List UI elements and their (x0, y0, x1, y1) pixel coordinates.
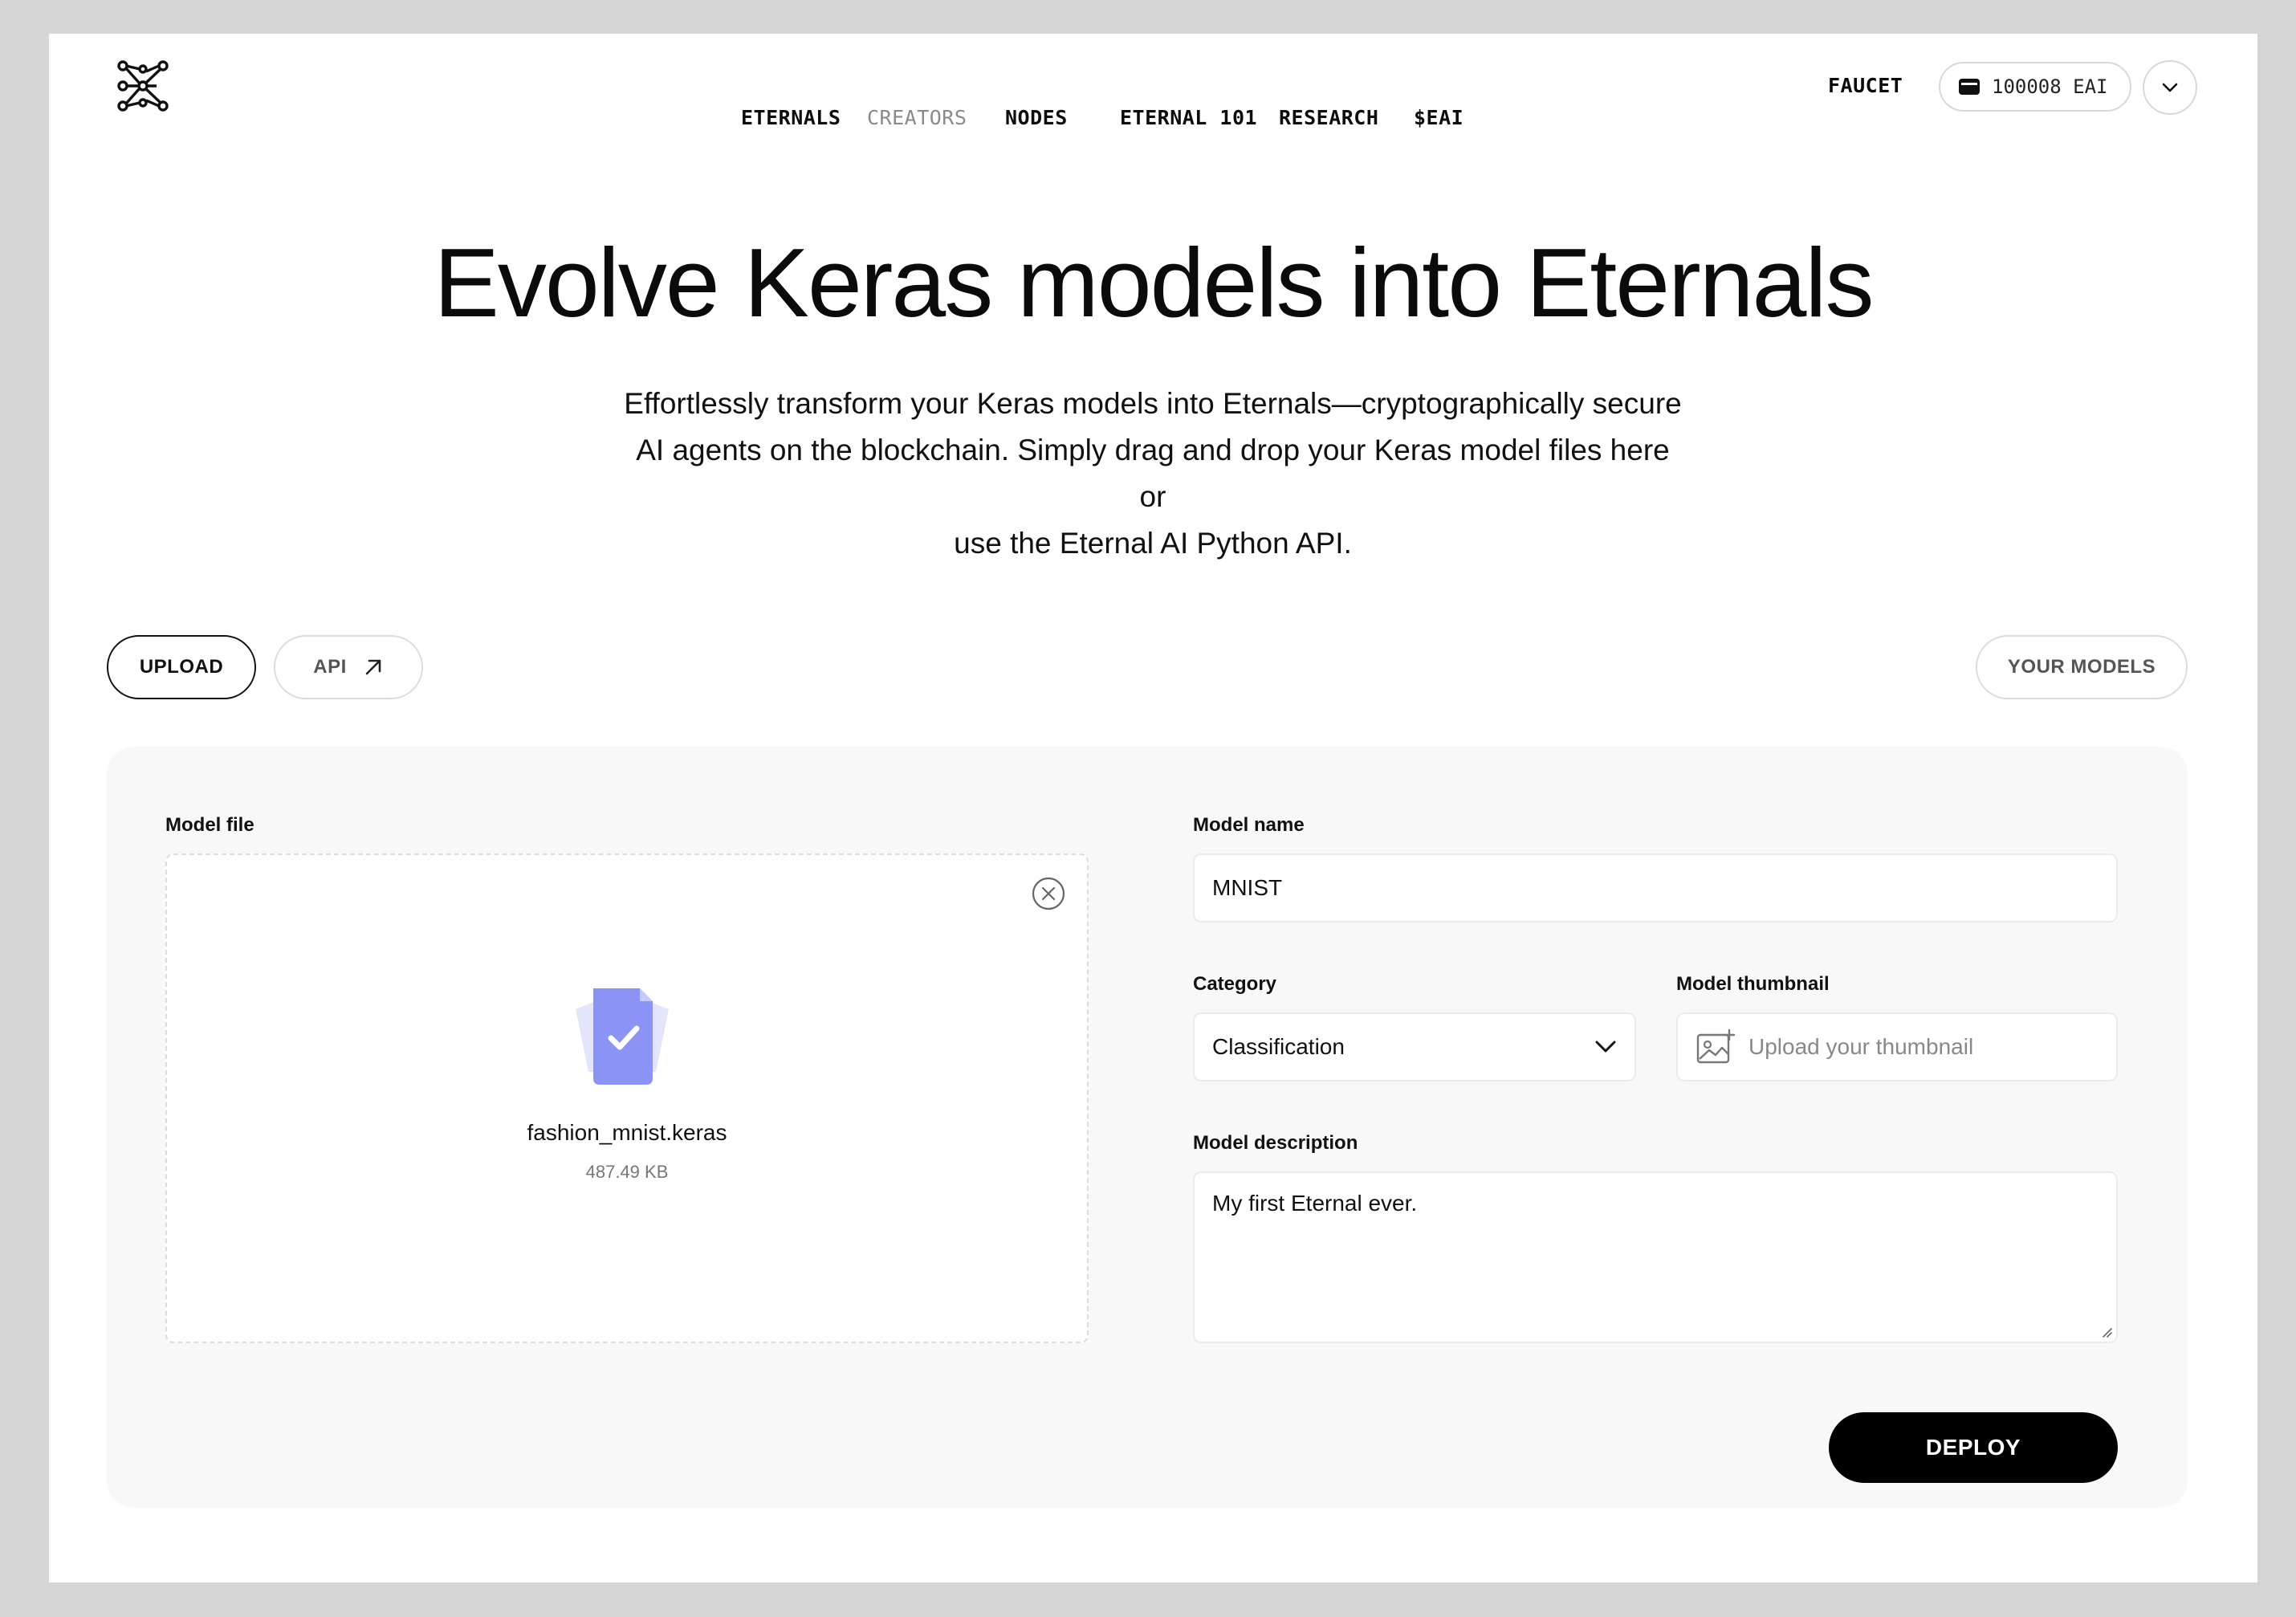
your-models-label: YOUR MODELS (2007, 656, 2156, 678)
wallet-icon (1959, 79, 1980, 95)
nav-item-eternal-101[interactable]: ETERNAL 101 (1120, 106, 1257, 129)
uploaded-file-name: fashion_mnist.keras (527, 1120, 727, 1145)
nav-item-research[interactable]: RESEARCH (1279, 106, 1378, 129)
upload-form-panel: Model file fashion_mnist.keras 487.49 KB… (107, 747, 2188, 1508)
tab-api-label: API (313, 656, 347, 678)
model-file-label: Model file (165, 814, 254, 836)
page-title: Evolve Keras models into Eternals (434, 228, 1875, 337)
model-description-textarea[interactable]: My first Eternal ever. (1193, 1171, 2118, 1343)
tab-upload-label: UPLOAD (139, 656, 224, 678)
image-add-icon (1696, 1028, 1736, 1064)
model-name-value: MNIST (1212, 875, 1283, 900)
model-thumbnail-label: Model thumbnail (1676, 973, 1830, 995)
chevron-down-icon (2162, 83, 2178, 92)
subtitle-line: Effortlessly transform your Keras models… (624, 387, 1682, 420)
nav-item-eai[interactable]: $EAI (1414, 106, 1463, 129)
subtitle-line: AI agents on the blockchain. Simply drag… (636, 434, 1670, 513)
model-description-label: Model description (1193, 1132, 1358, 1154)
your-models-button[interactable]: YOUR MODELS (1976, 635, 2188, 699)
model-name-label: Model name (1193, 814, 1305, 836)
subtitle-line: use the Eternal AI Python API. (954, 527, 1352, 560)
model-description-value: My first Eternal ever. (1212, 1191, 1418, 1216)
remove-file-icon[interactable] (1031, 876, 1066, 911)
thumbnail-placeholder: Upload your thumbnail (1748, 1034, 1974, 1059)
model-name-input[interactable]: MNIST (1193, 853, 2118, 923)
file-check-icon (576, 988, 669, 1085)
tab-upload[interactable]: UPLOAD (107, 635, 256, 699)
category-select[interactable]: Classification (1193, 1012, 1636, 1081)
category-label: Category (1193, 973, 1277, 995)
wallet-balance-text: 100008 EAI (1992, 75, 2108, 98)
arrow-up-right-icon (365, 659, 381, 675)
nav-item-nodes[interactable]: NODES (1005, 106, 1068, 129)
wallet-balance[interactable]: 100008 EAI (1939, 62, 2131, 112)
tab-api[interactable]: API (274, 635, 423, 699)
deploy-button[interactable]: DEPLOY (1829, 1412, 2118, 1483)
chevron-down-icon (1595, 1041, 1616, 1053)
account-menu-button[interactable] (2143, 60, 2197, 115)
resize-handle-icon[interactable] (2100, 1326, 2113, 1338)
faucet-link[interactable]: FAUCET (1828, 74, 1903, 97)
thumbnail-upload-input[interactable]: Upload your thumbnail (1676, 1012, 2118, 1081)
nav-item-creators[interactable]: CREATORS (867, 106, 967, 129)
category-value: Classification (1212, 1034, 1345, 1059)
page: ETERNALS CREATORS NODES ETERNAL 101 RESE… (49, 34, 2257, 1582)
page-subtitle: Effortlessly transform your Keras models… (619, 381, 1687, 567)
uploaded-file-size: 487.49 KB (585, 1162, 669, 1182)
nav-item-eternals[interactable]: ETERNALS (741, 106, 841, 129)
deploy-label: DEPLOY (1925, 1435, 2021, 1460)
model-file-dropzone[interactable]: fashion_mnist.keras 487.49 KB (165, 853, 1089, 1343)
eternal-ai-logo[interactable] (116, 59, 169, 112)
